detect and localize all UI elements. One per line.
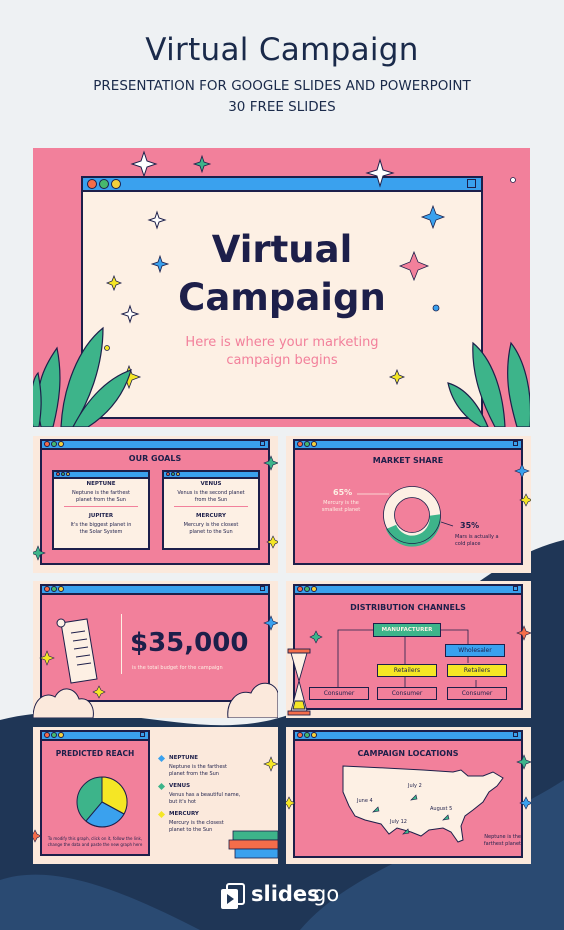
cloud-icon xyxy=(33,682,278,718)
page-title: Virtual Campaign xyxy=(145,32,419,68)
market-slide[interactable]: MARKET SHARE 65% Mercury is the smallest… xyxy=(286,436,531,573)
sparkle-icon xyxy=(388,368,406,386)
sparkle-icon xyxy=(120,150,395,324)
plant-left xyxy=(33,326,132,427)
goals-slide[interactable]: OUR GOALS NEPTUNE Neptune is the farthes… xyxy=(33,436,278,573)
locations-slide[interactable]: CAMPAIGN LOCATIONS July 2 June 4 August … xyxy=(286,727,531,864)
reach-decor xyxy=(33,756,278,859)
sparkle-icon xyxy=(192,154,212,174)
books-icon xyxy=(228,830,278,859)
locations-decor xyxy=(286,754,531,810)
sparkle-icon xyxy=(398,250,430,282)
brand-footer: slides go xyxy=(0,880,564,914)
market-decor xyxy=(514,463,531,507)
reach-slide[interactable]: PREDICTED REACH To modify this graph, cl… xyxy=(33,727,278,864)
distribution-slide[interactable]: MANUFACTURER Wholesaler Retailers Retail… xyxy=(286,581,531,718)
slide-count: 30 FREE SLIDES xyxy=(228,99,336,115)
brand-logo[interactable]: slides go xyxy=(220,882,346,912)
scroll-icon xyxy=(56,618,98,684)
brand-name-part2: go xyxy=(313,882,340,906)
plant-right xyxy=(447,341,530,427)
distribution-decor xyxy=(287,625,531,716)
cover-decor xyxy=(33,150,530,427)
cover-slide[interactable]: Virtual Campaign Here is where your mark… xyxy=(33,148,530,427)
sparkle-icon xyxy=(420,204,446,230)
sparkle-icon xyxy=(150,254,170,274)
sparkle-icon xyxy=(105,274,123,292)
slidesgo-logo-icon xyxy=(221,883,245,909)
brand-name-part1: slides xyxy=(251,882,320,906)
budget-decor xyxy=(33,615,278,718)
budget-slide[interactable]: $35,000 is the total budget for the camp… xyxy=(33,581,278,718)
page-subtitle: PRESENTATION FOR GOOGLE SLIDES AND POWER… xyxy=(93,78,471,94)
hourglass-icon xyxy=(287,648,311,716)
goals-decor xyxy=(33,455,278,561)
